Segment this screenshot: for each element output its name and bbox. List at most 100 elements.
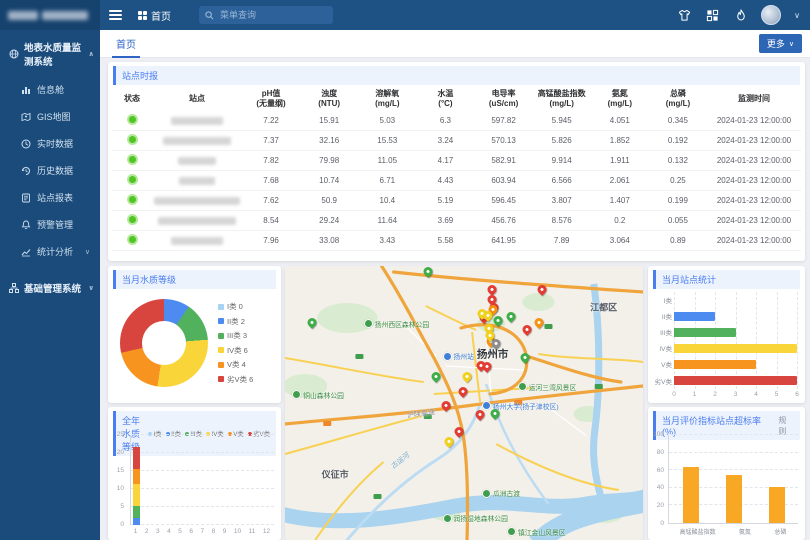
bar-track xyxy=(674,376,797,385)
legend-swatch xyxy=(218,304,224,310)
station-marker-red[interactable] xyxy=(523,325,532,334)
x-axis-labels: 高锰酸盐指数氨氮总磷 xyxy=(668,527,798,537)
map-water-label: 古运河 xyxy=(388,450,411,471)
station-marker-red[interactable] xyxy=(454,427,463,436)
table-column-header: 氨氮(mg/L) xyxy=(591,87,649,111)
y-tick: 5 xyxy=(120,503,124,510)
value-cell: 4.17 xyxy=(416,151,474,171)
poi-text: 扬州西区森林公园 xyxy=(375,319,429,329)
app-logo xyxy=(0,0,100,30)
value-cell: 603.94 xyxy=(475,171,533,191)
sidebar-item-label: 预警管理 xyxy=(37,218,73,231)
station-marker-green[interactable] xyxy=(491,409,500,418)
value-cell: 2024-01-23 12:00:00 xyxy=(707,111,801,131)
layout-icon[interactable] xyxy=(705,8,720,23)
table-row[interactable]: 7.6810.746.714.43603.946.5662.0610.25202… xyxy=(112,171,801,191)
station-marker-red[interactable] xyxy=(538,285,547,294)
table-row[interactable]: 7.3732.1615.533.24570.135.8261.8520.1922… xyxy=(112,131,801,151)
station-name-cell xyxy=(152,131,242,151)
table-column-header: 总磷(mg/L) xyxy=(649,87,707,111)
x-tick: 3 xyxy=(156,528,160,538)
map-city-label: 扬州市 xyxy=(477,346,509,361)
table-row[interactable]: 8.5429.2411.643.69456.768.5760.20.055202… xyxy=(112,211,801,231)
station-marker-red[interactable] xyxy=(482,362,491,371)
breadcrumb-home: 首页 xyxy=(151,8,171,23)
hbar-row: 劣V类 xyxy=(654,372,797,388)
search-input[interactable] xyxy=(218,9,327,21)
gridline xyxy=(797,292,798,389)
monthly-quality-panel: 当月水质等级 I类 0II类 2III类 3IV类 6V类 4劣V类 6 xyxy=(108,266,281,403)
x-tick: 1 xyxy=(134,528,138,538)
station-marker-red[interactable] xyxy=(487,285,496,294)
station-marker-green[interactable] xyxy=(424,267,433,276)
y-tick: 100 xyxy=(653,431,664,438)
station-marker-green[interactable] xyxy=(506,312,515,321)
legend-swatch xyxy=(218,333,224,339)
value-cell: 0.345 xyxy=(649,111,707,131)
donut-chart xyxy=(120,299,208,387)
station-marker-red[interactable] xyxy=(442,401,451,410)
station-table-header: 状态站点pH值(无量纲)浊度(NTU)溶解氧(mg/L)水温(°C)电导率(uS… xyxy=(112,87,801,111)
breadcrumb[interactable]: 首页 xyxy=(138,8,171,23)
more-button[interactable]: 更多 ∨ xyxy=(759,34,802,53)
value-cell: 0.132 xyxy=(649,151,707,171)
legend-swatch xyxy=(218,376,224,382)
legend-swatch xyxy=(218,347,224,353)
table-column-header: 站点 xyxy=(152,87,242,111)
history-icon xyxy=(20,165,31,176)
value-cell: 8.576 xyxy=(533,211,591,231)
sidebar-item-5[interactable]: 站点报表 xyxy=(0,184,100,211)
table-row[interactable]: 7.2215.915.036.3597.825.9454.0510.345202… xyxy=(112,111,801,131)
value-cell: 0.192 xyxy=(649,131,707,151)
station-marker-gray[interactable] xyxy=(492,339,501,348)
avatar[interactable] xyxy=(761,5,781,25)
station-name-cell xyxy=(152,111,242,131)
status-dot-normal xyxy=(127,234,138,245)
value-cell: 11.05 xyxy=(358,151,416,171)
sidebar-item-6[interactable]: 预警管理 xyxy=(0,211,100,238)
station-marker-red[interactable] xyxy=(476,410,485,419)
sidebar-item-4[interactable]: 历史数据 xyxy=(0,157,100,184)
table-row[interactable]: 7.6250.910.45.19596.453.8071.4070.199202… xyxy=(112,191,801,211)
map-icon xyxy=(20,111,31,122)
sidebar-item-7[interactable]: 统计分析∨ xyxy=(0,238,100,265)
menu-toggle-icon[interactable] xyxy=(100,0,130,30)
panel-title-bar: 站点时报 xyxy=(113,66,800,85)
value-cell: 2024-01-23 12:00:00 xyxy=(707,211,801,231)
station-name-cell xyxy=(152,171,242,191)
station-marker-green[interactable] xyxy=(494,316,503,325)
station-marker-green[interactable] xyxy=(520,353,529,362)
transport-poi-icon xyxy=(443,352,452,361)
table-row[interactable]: 7.8279.9811.054.17582.919.9141.9110.1322… xyxy=(112,151,801,171)
sidebar-item-2[interactable]: GIS地图 xyxy=(0,103,100,130)
sidebar-item-1[interactable]: 信息舱 xyxy=(0,76,100,103)
horizontal-bar-chart: I类II类III类IV类V类劣V类 xyxy=(654,292,797,389)
station-marker-yellow[interactable] xyxy=(483,311,492,320)
sidebar-group-base-management[interactable]: 基础管理系统 ∨ xyxy=(0,271,100,303)
bar xyxy=(674,360,756,369)
chevron-down-icon[interactable]: ∨ xyxy=(794,11,800,20)
menu-search[interactable] xyxy=(199,6,333,24)
station-marker-yellow[interactable] xyxy=(462,372,471,381)
park-poi-icon xyxy=(507,527,516,536)
y-tick: 10 xyxy=(117,485,124,492)
station-marker-yellow[interactable] xyxy=(444,437,453,446)
bar-track xyxy=(674,296,797,305)
station-name-cell xyxy=(152,191,242,211)
flame-icon[interactable] xyxy=(733,8,748,23)
chevron-down-icon: ∨ xyxy=(88,284,94,292)
x-tick: 2 xyxy=(145,528,149,538)
station-marker-green[interactable] xyxy=(432,372,441,381)
theme-shirt-icon[interactable] xyxy=(677,8,692,23)
station-marker-orange[interactable] xyxy=(534,318,543,327)
station-marker-red[interactable] xyxy=(458,387,467,396)
sidebar-group-surface-water-system[interactable]: 地表水质量监测系统 ∧ xyxy=(0,30,100,76)
sidebar-item-3[interactable]: 实时数据 xyxy=(0,130,100,157)
map-poi-label: 扬州西区森林公园 xyxy=(364,319,429,329)
x-tick: 5 xyxy=(178,528,182,538)
station-marker-green[interactable] xyxy=(307,318,316,327)
map-overlay: 扬州市江都区仪征市沪陕高速古运河扬州站扬州西区森林公园铜山森林公园运河三湾风景区… xyxy=(285,266,643,540)
table-row[interactable]: 7.9633.083.435.58641.957.893.0640.892024… xyxy=(112,231,801,251)
status-cell xyxy=(112,211,152,231)
tab-home[interactable]: 首页 xyxy=(112,30,140,58)
